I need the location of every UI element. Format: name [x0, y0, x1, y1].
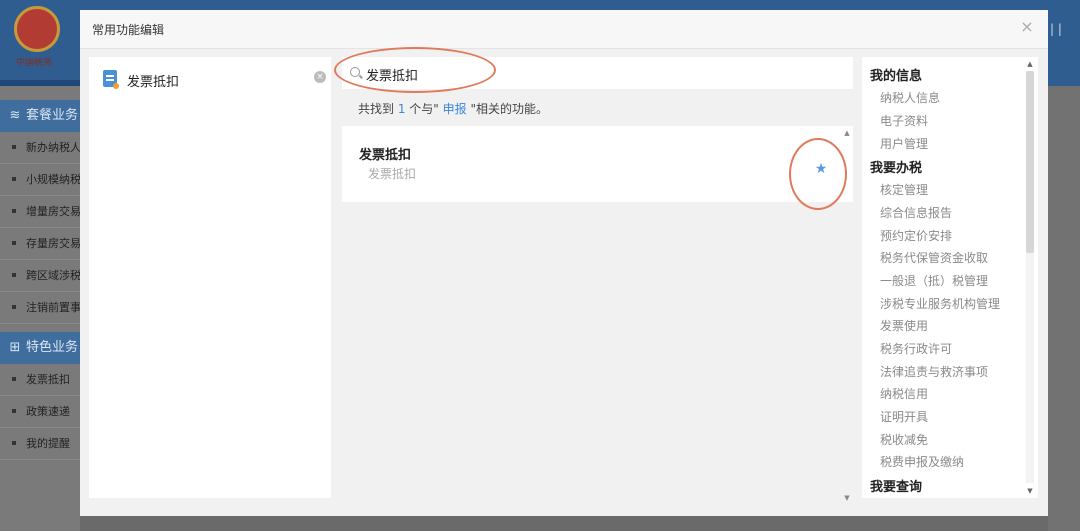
sidebar-item[interactable]: 发票抵扣 — [0, 364, 80, 396]
sidebar-item[interactable]: 注销前置事 — [0, 292, 80, 324]
selected-functions-panel: 发票抵扣 × — [89, 57, 331, 498]
favorite-label: 发票抵扣 — [127, 75, 180, 90]
sidebar-item[interactable]: 跨区域涉税 — [0, 260, 80, 292]
bullet-icon — [12, 305, 16, 309]
star-icon[interactable]: ★ — [814, 162, 828, 176]
bullet-icon — [12, 377, 16, 381]
document-icon — [103, 70, 119, 89]
background-right-area — [1048, 86, 1080, 531]
sidebar-item-label: 发票抵扣 — [26, 373, 70, 386]
category-heading: 我的信息 — [870, 69, 923, 84]
bullet-icon — [12, 209, 16, 213]
favorite-item[interactable]: 发票抵扣 × — [103, 69, 326, 91]
category-item[interactable]: 电子资料 — [880, 112, 928, 129]
sidebar-section-package[interactable]: ≋ 套餐业务 — [0, 100, 80, 132]
search-icon — [350, 67, 360, 77]
sidebar-item[interactable]: 政策速递 — [0, 396, 80, 428]
background-sidebar: ≋ 套餐业务 新办纳税人 小规模纳税 增量房交易 存量房交易 跨区域涉税 注销前置… — [0, 86, 80, 531]
category-item[interactable]: 用户管理 — [880, 135, 928, 152]
results-scrollbar[interactable]: ▲ ▼ — [842, 126, 852, 504]
result-summary: 共找到 1 个与" 申报 "相关的功能。 — [358, 100, 548, 117]
scroll-up-icon[interactable]: ▲ — [843, 129, 851, 137]
summary-prefix: 共找到 — [358, 102, 398, 116]
sidebar-item-label: 增量房交易 — [26, 205, 80, 218]
background-header-right — [1048, 0, 1080, 86]
search-results-panel: 发票抵扣 发票抵扣 ★ — [342, 126, 853, 202]
sidebar-item[interactable]: 增量房交易 — [0, 196, 80, 228]
logo-text: 中国税务 — [16, 58, 53, 68]
category-item[interactable]: 税费申报及缴纳 — [880, 453, 964, 470]
category-item[interactable]: 预约定价安排 — [880, 227, 952, 244]
sidebar-item[interactable]: 存量房交易 — [0, 228, 80, 260]
sidebar-item[interactable]: 小规模纳税 — [0, 164, 80, 196]
sidebar-item-label: 小规模纳税 — [26, 173, 80, 186]
bullet-icon — [12, 409, 16, 413]
category-item[interactable]: 涉税专业服务机构管理 — [880, 295, 1000, 312]
sidebar-item-label: 跨区域涉税 — [26, 269, 80, 282]
bullet-icon — [12, 145, 16, 149]
result-title: 发票抵扣 — [359, 148, 412, 163]
sidebar-item-label: 存量房交易 — [26, 237, 80, 250]
sidebar-item[interactable]: 我的提醒 — [0, 428, 80, 460]
category-item[interactable]: 税收减免 — [880, 431, 928, 448]
category-scrollbar[interactable]: ▲ ▼ — [1024, 57, 1036, 498]
category-item[interactable]: 一般退（抵）税管理 — [880, 272, 988, 289]
search-keyword: 申报 — [442, 102, 467, 116]
header-divider: | | — [1050, 22, 1062, 36]
section-label: 特色业务 — [26, 340, 79, 355]
modal-header: 常用功能编辑 × — [80, 10, 1048, 49]
sidebar-item-label: 政策速递 — [26, 405, 70, 418]
sidebar-item-label: 我的提醒 — [26, 437, 70, 450]
remove-icon[interactable]: × — [314, 71, 326, 83]
close-icon[interactable]: × — [1018, 18, 1036, 36]
category-item[interactable]: 税务代保管资金收取 — [880, 249, 988, 266]
category-item[interactable]: 税务行政许可 — [880, 340, 952, 357]
section-label: 套餐业务 — [26, 108, 79, 123]
summary-middle: 个与" — [405, 102, 443, 116]
scroll-up-icon[interactable]: ▲ — [1026, 60, 1034, 68]
search-box — [342, 57, 853, 89]
category-item[interactable]: 法律追责与救济事项 — [880, 363, 988, 380]
category-heading: 我要查询 — [870, 480, 923, 495]
bullet-icon — [12, 241, 16, 245]
grid-icon: ⊞ — [9, 340, 21, 355]
category-item[interactable]: 核定管理 — [880, 181, 928, 198]
sidebar-item[interactable]: 新办纳税人 — [0, 132, 80, 164]
result-subtitle: 发票抵扣 — [368, 167, 417, 181]
bullet-icon — [12, 177, 16, 181]
scroll-thumb[interactable] — [1026, 71, 1034, 253]
frequent-functions-modal: 常用功能编辑 × 发票抵扣 × 共找到 1 个与" 申报 "相关的功能。 发票抵… — [80, 10, 1048, 516]
category-item[interactable]: 纳税人信息 — [880, 89, 940, 106]
scroll-down-icon[interactable]: ▼ — [843, 494, 851, 502]
scroll-down-icon[interactable]: ▼ — [1026, 487, 1034, 495]
stack-icon: ≋ — [9, 108, 21, 123]
category-heading: 我要办税 — [870, 161, 923, 176]
summary-suffix: "相关的功能。 — [466, 102, 548, 116]
category-panel: 我的信息 纳税人信息 电子资料 用户管理 我要办税 核定管理 综合信息报告 预约… — [862, 57, 1038, 498]
sidebar-item-label: 注销前置事 — [26, 301, 80, 314]
category-item[interactable]: 发票使用 — [880, 317, 928, 334]
tax-emblem-logo — [14, 6, 60, 52]
bullet-icon — [12, 441, 16, 445]
background-bottom — [80, 516, 1048, 531]
category-item[interactable]: 证明开具 — [880, 408, 928, 425]
sidebar-item-label: 新办纳税人 — [26, 141, 80, 154]
sidebar-section-featured[interactable]: ⊞ 特色业务 — [0, 332, 80, 364]
category-item[interactable]: 综合信息报告 — [880, 204, 952, 221]
modal-title: 常用功能编辑 — [92, 23, 165, 37]
search-input[interactable] — [364, 61, 848, 87]
category-item[interactable]: 纳税信用 — [880, 385, 928, 402]
bullet-icon — [12, 273, 16, 277]
